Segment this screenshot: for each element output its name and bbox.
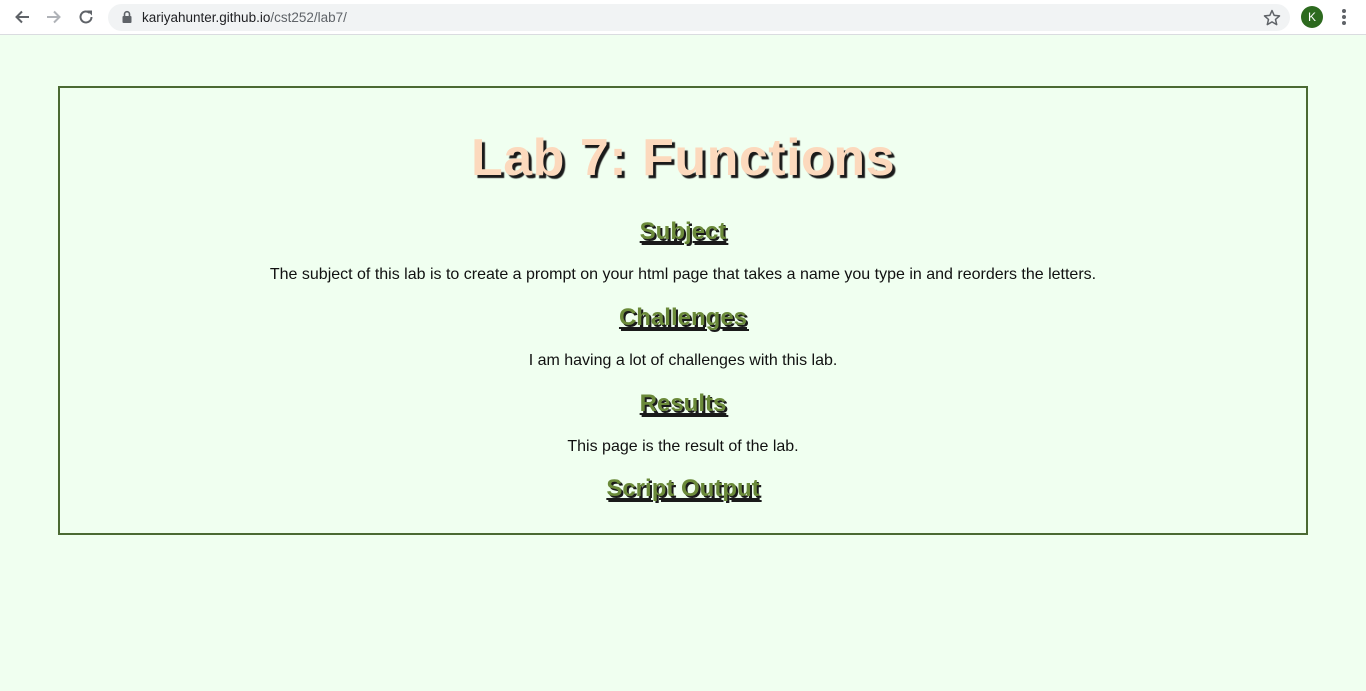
reload-button[interactable] [74,5,98,29]
section-heading-script-output: Script Output [606,475,760,502]
url-domain: kariyahunter.github.io [142,10,271,25]
back-button[interactable] [10,5,34,29]
section-text-subject: The subject of this lab is to create a p… [269,266,1097,283]
star-icon[interactable] [1262,8,1282,28]
arrow-right-icon [47,10,61,24]
forward-button[interactable] [42,5,66,29]
page-title: Lab 7: Functions [471,129,895,187]
profile-avatar[interactable]: K [1301,6,1323,28]
section-heading-results: Results [639,390,727,417]
section-heading-challenges: Challenges [618,304,748,331]
kebab-menu-icon[interactable] [1336,7,1352,27]
browser-toolbar: kariyahunter.github.io/cst252/lab7/ K [0,0,1366,35]
section-text-results: This page is the result of the lab. [567,438,799,455]
url-path: /cst252/lab7/ [270,10,347,25]
section-text-challenges: I am having a lot of challenges with thi… [528,352,838,369]
address-bar[interactable]: kariyahunter.github.io/cst252/lab7/ [108,4,1290,31]
lock-icon [122,10,132,23]
section-heading-subject: Subject [639,218,727,245]
reload-icon [79,10,93,24]
arrow-left-icon [15,10,29,24]
content-box: Lab 7: Functions Subject The subject of … [58,86,1308,535]
url-text: kariyahunter.github.io/cst252/lab7/ [142,9,347,26]
